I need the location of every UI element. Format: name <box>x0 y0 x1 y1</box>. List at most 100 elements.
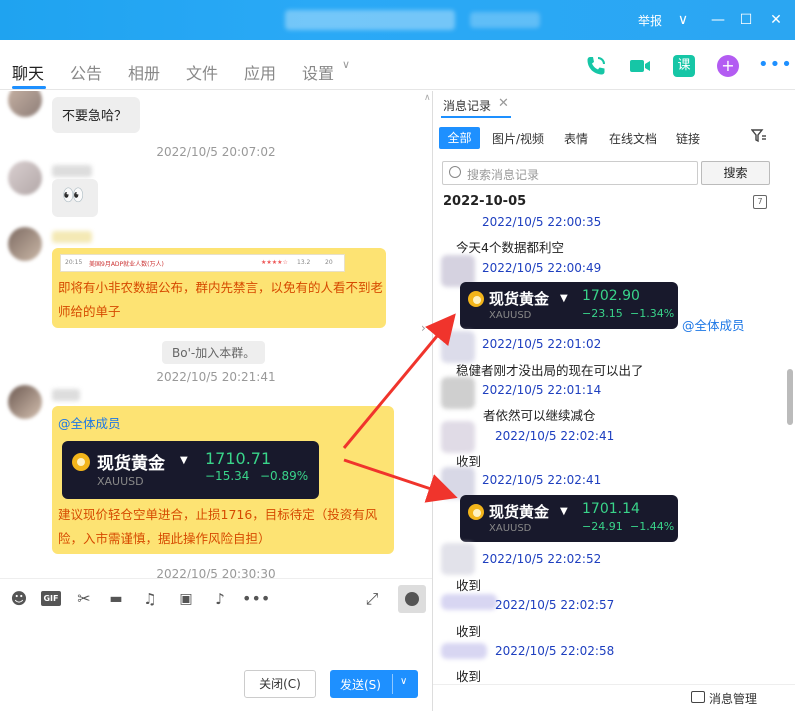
history-tab-indicator <box>441 116 511 118</box>
active-tab-indicator <box>12 86 46 89</box>
title-bar: 举报 ∨ — ☐ ✕ <box>0 0 795 40</box>
more-tools-icon[interactable]: ••• <box>242 589 270 609</box>
voice-call-icon[interactable] <box>584 54 608 78</box>
avatar[interactable] <box>441 594 497 610</box>
history-search-input[interactable]: 搜索消息记录 <box>442 161 698 185</box>
gold-quote-card[interactable]: 现货黄金 ▼ 1702.90 XAUUSD −23.15 −1.34% <box>460 282 678 329</box>
history-timestamp: 2022/10/5 22:02:52 <box>482 552 602 566</box>
quote-change: −15.34 <box>205 469 250 483</box>
window-title <box>285 10 455 30</box>
collapse-history-icon[interactable]: › <box>421 321 426 335</box>
gold-coin-icon <box>72 453 90 471</box>
message-manager-link[interactable]: 消息管理 <box>709 690 757 707</box>
emoji-icon[interactable]: ☻ <box>9 589 29 609</box>
tab-settings[interactable]: 设置 <box>302 60 334 84</box>
add-app-icon[interactable]: + <box>717 55 739 77</box>
send-button[interactable]: 发送(S) ∨ <box>330 670 418 698</box>
strip-forecast: 20 <box>325 259 333 266</box>
screenshot-scissors-icon[interactable]: ✂ <box>74 589 94 609</box>
menu-chevron-icon[interactable]: ∨ <box>673 10 693 30</box>
scroll-up-icon[interactable]: ∧ <box>424 93 431 103</box>
history-text: 收到 <box>456 578 482 593</box>
course-icon[interactable]: 课 <box>673 55 695 77</box>
message-text: 即将有小非农数据公布，群内先禁言，以免有的人看不到老师给的单子 <box>58 280 384 319</box>
chat-messages[interactable]: ∧ 不要急哈？ 2022/10/5 20:07:02 👀 20:15 美国9月A… <box>0 91 432 578</box>
avatar[interactable] <box>441 643 487 659</box>
quote-code: XAUUSD <box>97 475 144 488</box>
message-text: 不要急哈？ <box>62 109 128 124</box>
message-manager-icon[interactable] <box>691 691 705 703</box>
filter-media[interactable]: 图片/视频 <box>492 127 544 150</box>
timestamp: 2022/10/5 20:21:41 <box>156 370 276 384</box>
bell-icon[interactable]: ♪ <box>210 589 230 609</box>
tab-apps[interactable]: 应用 <box>244 60 276 84</box>
quote-code: XAUUSD <box>489 310 532 321</box>
history-scrollbar[interactable] <box>787 369 793 425</box>
maximize-button[interactable]: ☐ <box>736 10 756 30</box>
send-options-chevron-icon[interactable]: ∨ <box>400 676 407 687</box>
history-timestamp: 2022/10/5 22:01:02 <box>482 337 602 351</box>
more-icon[interactable]: ••• <box>758 54 793 75</box>
report-button[interactable]: 举报 <box>638 12 662 29</box>
strip-time: 20:15 <box>65 259 83 266</box>
filter-links[interactable]: 链接 <box>676 127 700 150</box>
economic-calendar-image[interactable]: 20:15 美国9月ADP就业人数(万人) ★★★★☆ 13.2 20 <box>60 254 345 272</box>
mention-all[interactable]: @全体成员 <box>682 315 745 334</box>
quote-code: XAUUSD <box>489 523 532 534</box>
filter-funnel-icon[interactable] <box>751 129 767 143</box>
tab-album[interactable]: 相册 <box>128 60 160 84</box>
history-clock-icon[interactable] <box>398 585 426 613</box>
message-bubble: 不要急哈？ <box>52 97 140 133</box>
avatar[interactable] <box>8 91 42 117</box>
history-timestamp: 2022/10/5 22:02:41 <box>495 429 615 443</box>
composer-toolbar: ☻ GIF ✂ ▬ ♫ ▣ ♪ ••• ⤢ <box>0 578 432 618</box>
tab-files[interactable]: 文件 <box>186 60 218 84</box>
avatar[interactable] <box>441 377 475 409</box>
gif-icon[interactable]: GIF <box>41 591 61 606</box>
quote-change-pct: −1.34% <box>630 307 675 320</box>
close-window-button[interactable]: ✕ <box>766 10 786 30</box>
avatar[interactable] <box>8 227 42 261</box>
minimize-button[interactable]: — <box>708 10 728 30</box>
history-tab[interactable]: 消息记录 <box>443 97 491 114</box>
send-divider <box>392 674 393 694</box>
tab-chat[interactable]: 聊天 <box>12 60 44 84</box>
gold-quote-card[interactable]: 现货黄金 ▼ 1701.14 XAUUSD −24.91 −1.44% <box>460 495 678 542</box>
search-button[interactable]: 搜索 <box>701 161 770 185</box>
close-history-icon[interactable]: ✕ <box>498 96 509 111</box>
avatar[interactable] <box>8 385 42 419</box>
system-notice: Bo'-加入本群。 <box>162 341 266 364</box>
quote-change: −23.15 <box>582 307 623 320</box>
history-text: 收到 <box>456 669 482 684</box>
quote-change-pct: −1.44% <box>630 520 675 533</box>
filter-stickers[interactable]: 表情 <box>564 127 588 150</box>
sender-name <box>52 231 92 243</box>
music-icon[interactable]: ♫ <box>140 589 160 609</box>
history-text: 今天4个数据都利空 <box>456 240 564 255</box>
settings-chevron-icon[interactable]: ∨ <box>342 58 350 71</box>
message-history-panel: 消息记录 ✕ 全部 图片/视频 表情 在线文档 链接 搜索消息记录 搜索 202… <box>432 91 795 711</box>
strip-prev: 13.2 <box>297 259 311 266</box>
gold-quote-card[interactable]: 现货黄金 ▼ 1710.71 XAUUSD −15.34 −0.89% <box>62 441 319 499</box>
history-timestamp: 2022/10/5 22:02:41 <box>482 473 602 487</box>
timestamp: 2022/10/5 20:30:30 <box>156 567 276 578</box>
filter-all[interactable]: 全部 <box>439 127 480 149</box>
window-subtitle <box>470 12 540 28</box>
expand-icon[interactable]: ⤢ <box>362 589 382 609</box>
filter-docs[interactable]: 在线文档 <box>609 127 657 150</box>
quote-name: 现货黄金 <box>489 290 550 308</box>
mention-all[interactable]: @全体成员 <box>58 413 121 432</box>
quote-name: 现货黄金 <box>97 454 165 474</box>
folder-icon[interactable]: ▬ <box>106 589 126 609</box>
avatar[interactable] <box>8 161 42 195</box>
close-button[interactable]: 关闭(C) <box>244 670 316 698</box>
quote-change: −24.91 <box>582 520 623 533</box>
avatar[interactable] <box>441 331 475 363</box>
avatar[interactable] <box>441 543 475 575</box>
image-icon[interactable]: ▣ <box>176 589 196 609</box>
avatar[interactable] <box>441 421 475 453</box>
video-call-icon[interactable] <box>628 54 652 78</box>
tab-announcements[interactable]: 公告 <box>70 60 102 84</box>
calendar-icon[interactable]: 7 <box>753 195 767 209</box>
history-text: 者依然可以继续减仓 <box>483 408 596 423</box>
